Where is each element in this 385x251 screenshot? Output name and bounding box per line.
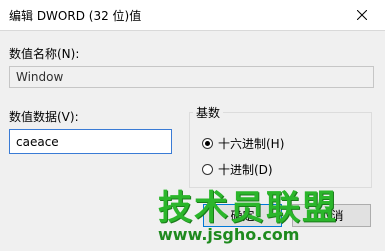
radio-hexadecimal-label: 十六进制(H) <box>218 137 285 151</box>
close-button[interactable] <box>339 0 385 30</box>
value-name-field: Window <box>9 66 374 88</box>
radio-unselected-icon <box>202 164 213 175</box>
close-icon <box>357 10 367 20</box>
window-title: 编辑 DWORD (32 位)值 <box>9 9 142 23</box>
watermark-url: www.jsgho.com <box>158 225 300 244</box>
watermark-logo: 技术员联盟 <box>158 188 338 228</box>
radio-hexadecimal[interactable]: 十六进制(H) <box>202 135 284 152</box>
title-bar: 编辑 DWORD (32 位)值 <box>0 0 385 31</box>
radio-selected-icon <box>202 138 213 149</box>
watermark: 技术员联盟 www.jsgho.com <box>150 180 380 250</box>
base-group-legend: 基数 <box>193 104 224 121</box>
value-name-label: 数值名称(N): <box>9 47 80 61</box>
radio-decimal[interactable]: 十进制(D) <box>202 161 273 178</box>
radio-decimal-label: 十进制(D) <box>218 163 273 177</box>
value-data-input[interactable] <box>9 129 172 154</box>
value-data-label: 数值数据(V): <box>9 110 79 124</box>
